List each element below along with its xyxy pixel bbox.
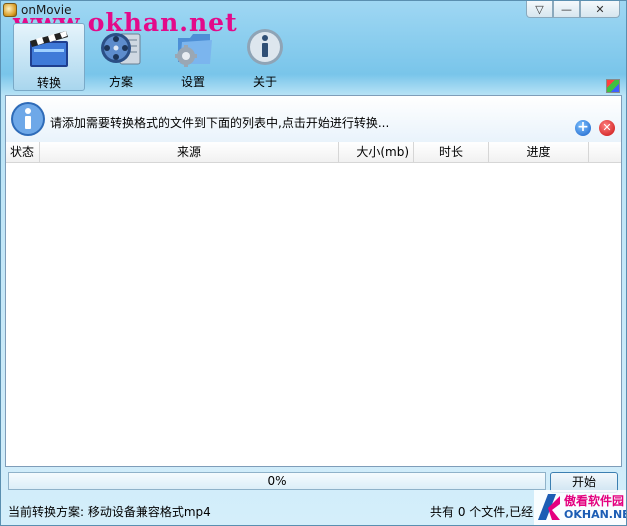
tab-scheme[interactable]: 方案 xyxy=(85,23,157,91)
film-clapper-icon xyxy=(30,31,68,67)
close-button[interactable]: ✕ xyxy=(580,1,620,18)
main-toolbar: 转换 方案 设置 关于 xyxy=(1,21,626,93)
tab-about-label: 关于 xyxy=(252,75,277,89)
file-list[interactable] xyxy=(6,163,621,466)
info-bar: 请添加需要转换格式的文件到下面的列表中,点击开始进行转换... + ✕ xyxy=(6,96,621,143)
info-message: 请添加需要转换格式的文件到下面的列表中,点击开始进行转换... xyxy=(50,116,390,130)
settings-folder-icon xyxy=(175,34,212,67)
info-icon xyxy=(247,29,283,65)
column-progress[interactable]: 进度 xyxy=(489,142,589,162)
current-scheme-text: 当前转换方案: 移动设备兼容格式mp4 xyxy=(8,505,211,519)
dropdown-button[interactable]: ▽ xyxy=(526,1,553,18)
site-logo: 傲看软件园 OKHAN.NET xyxy=(534,490,626,525)
file-list-panel: 请添加需要转换格式的文件到下面的列表中,点击开始进行转换... + ✕ 状态 来… xyxy=(5,95,622,467)
close-icon: ✕ xyxy=(602,121,612,134)
status-bar: 当前转换方案: 移动设备兼容格式mp4 共有 0 个文件,已经 xyxy=(1,498,626,525)
window-controls: ▽ — ✕ xyxy=(526,1,620,18)
column-size[interactable]: 大小(mb) xyxy=(339,142,414,162)
minimize-button[interactable]: — xyxy=(553,1,580,18)
palette-icon[interactable] xyxy=(606,79,620,93)
tab-about[interactable]: 关于 xyxy=(229,23,301,91)
tab-scheme-label: 方案 xyxy=(108,75,133,89)
column-filler xyxy=(589,142,621,162)
okhan-logo-icon xyxy=(538,494,560,520)
progress-bar: 0% xyxy=(8,472,546,490)
file-count-text: 共有 0 个文件,已经 xyxy=(430,505,534,519)
tab-convert[interactable]: 转换 xyxy=(13,23,85,91)
add-file-button[interactable]: + xyxy=(575,120,591,136)
info-icon xyxy=(11,102,45,136)
column-duration[interactable]: 时长 xyxy=(414,142,489,162)
tab-settings-label: 设置 xyxy=(180,75,205,89)
remove-file-button[interactable]: ✕ xyxy=(599,120,615,136)
tab-convert-label: 转换 xyxy=(36,76,61,90)
column-status[interactable]: 状态 xyxy=(6,142,40,162)
column-source[interactable]: 来源 xyxy=(40,142,339,162)
film-reel-icon xyxy=(101,33,141,65)
app-window: onMovie www.okhan.net ▽ — ✕ 转换 方案 设置 关于 … xyxy=(0,0,627,526)
tab-settings[interactable]: 设置 xyxy=(157,23,229,91)
progress-text: 0% xyxy=(267,474,287,488)
title-bar[interactable]: onMovie www.okhan.net ▽ — ✕ xyxy=(1,1,626,37)
table-header: 状态 来源 大小(mb) 时长 进度 xyxy=(6,142,621,163)
close-icon: ✕ xyxy=(595,2,605,16)
logo-text-en: OKHAN.NET xyxy=(564,508,626,521)
minimize-icon: — xyxy=(561,2,572,16)
chevron-down-icon: ▽ xyxy=(535,2,544,16)
logo-text-cn: 傲看软件园 xyxy=(564,494,625,508)
plus-icon: + xyxy=(577,119,589,135)
